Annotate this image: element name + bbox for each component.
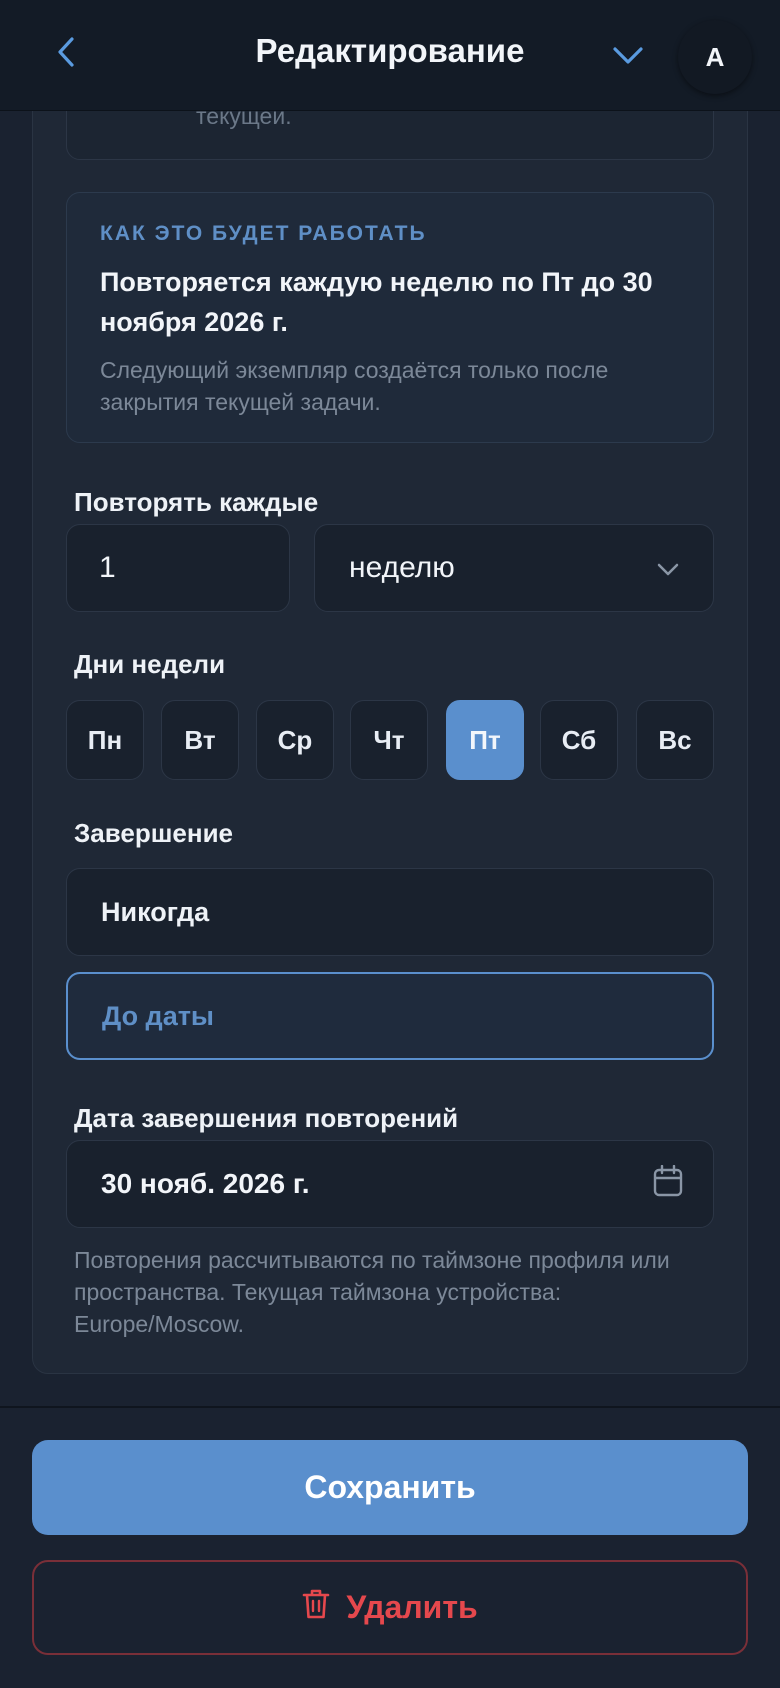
collapse-button[interactable] [608, 38, 648, 78]
repeat-every-label: Повторять каждые [74, 487, 319, 517]
end-date-value: 30 нояб. 2026 г. [101, 1168, 310, 1199]
recurrence-summary: Повторяется каждую неделю по Пт до 30 но… [100, 267, 653, 337]
weekday-mon[interactable]: Пн [66, 700, 144, 780]
footer-divider [0, 1406, 780, 1408]
delete-button[interactable]: Удалить [32, 1560, 748, 1655]
interval-input[interactable]: 1 [66, 524, 290, 612]
ending-option-never[interactable]: Никогда [66, 868, 714, 956]
interval-unit-select[interactable]: неделю [314, 524, 714, 612]
end-date-label: Дата завершения повторений [74, 1103, 459, 1133]
ending-label: Завершение [74, 818, 234, 848]
page-title: Редактирование [255, 32, 525, 69]
top-bar: Редактирование A [0, 0, 780, 111]
avatar[interactable]: A [678, 20, 752, 94]
chevron-down-icon [612, 46, 644, 71]
chevron-down-icon [657, 551, 679, 585]
end-date-input[interactable]: 30 нояб. 2026 г. [66, 1140, 714, 1228]
recurrence-note: Следующий экземпляр создаётся только пос… [100, 357, 609, 415]
weekday-fri[interactable]: Пт [446, 700, 524, 780]
save-button-label: Сохранить [304, 1469, 476, 1505]
trash-icon [302, 1588, 330, 1628]
weekday-thu[interactable]: Чт [350, 700, 428, 780]
weekday-tue[interactable]: Вт [161, 700, 239, 780]
how-it-works-label: КАК ЭТО БУДЕТ РАБОТАТЬ [100, 222, 427, 245]
save-button[interactable]: Сохранить [32, 1440, 748, 1535]
timezone-note: Повторения рассчитываются по таймзоне пр… [74, 1247, 670, 1337]
calendar-icon[interactable] [653, 1164, 683, 1204]
interval-unit-value: неделю [349, 551, 455, 584]
weekday-wed[interactable]: Ср [256, 700, 334, 780]
edit-recurrence-screen: текущей. КАК ЭТО БУДЕТ РАБОТАТЬ Повторяе… [0, 0, 780, 1688]
interval-value: 1 [99, 551, 116, 584]
delete-button-label: Удалить [346, 1589, 478, 1625]
weekday-sat[interactable]: Сб [540, 700, 618, 780]
weekdays-label: Дни недели [74, 649, 226, 679]
ending-option-until-date[interactable]: До даты [66, 972, 714, 1060]
weekday-sun[interactable]: Вс [636, 700, 714, 780]
